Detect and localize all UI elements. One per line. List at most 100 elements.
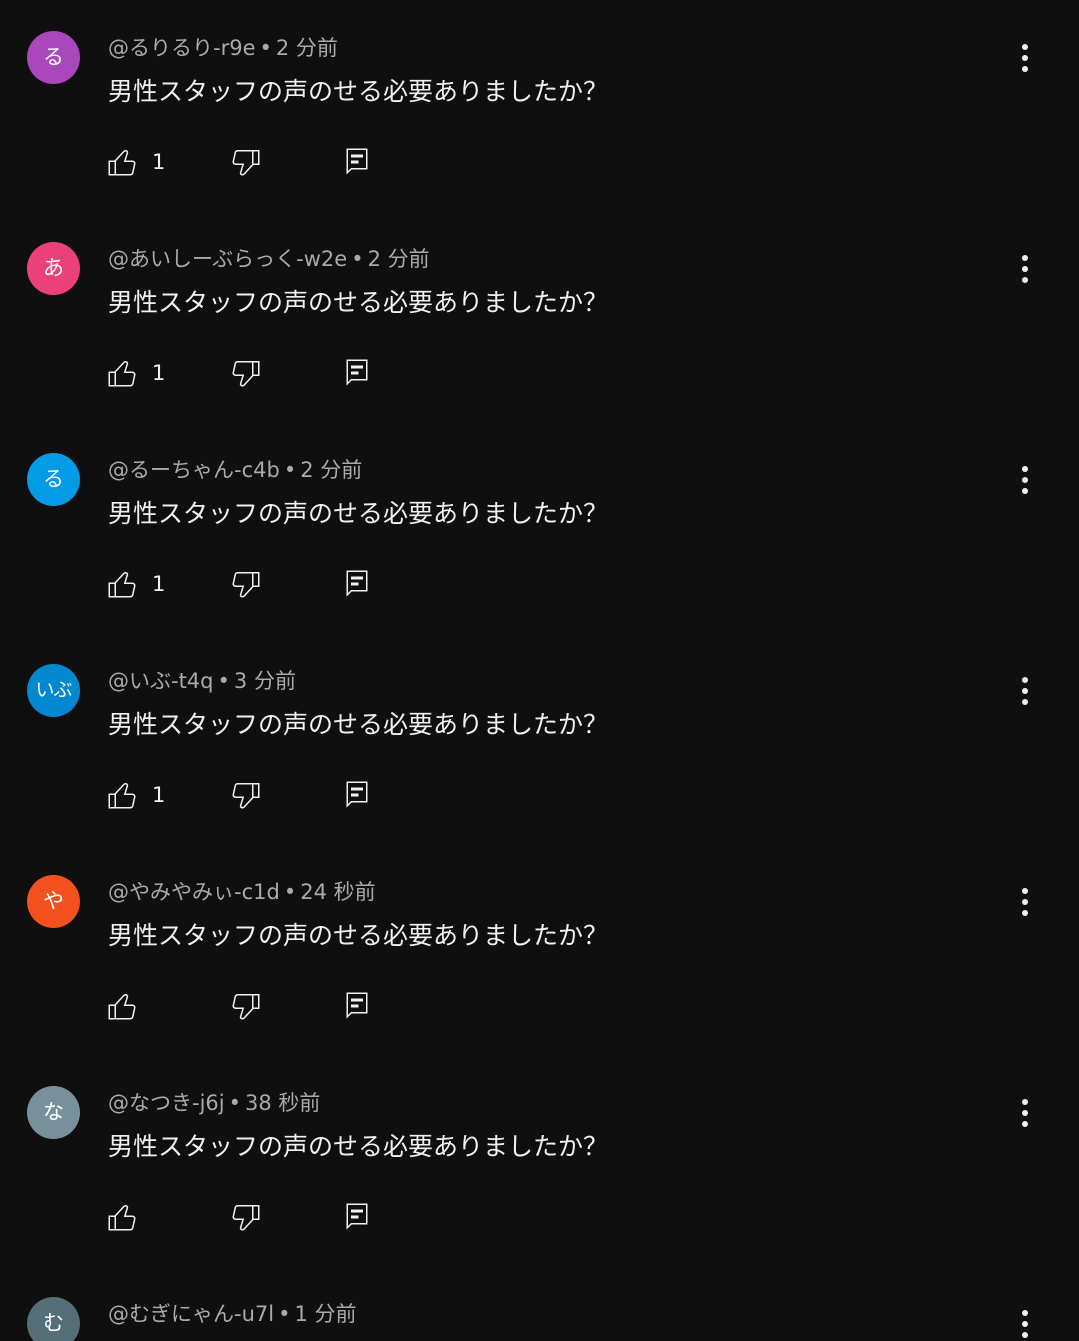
thumb-up-icon [108, 150, 136, 176]
dislike-button[interactable] [228, 984, 264, 1028]
comment-item: や @やみやみぃ-c1d • 24 秒前 男性スタッフの声のせる必要ありましたか？ [0, 844, 1079, 1055]
comment-text: 男性スタッフの声のせる必要ありましたか？ [108, 710, 609, 739]
more-vertical-icon [1022, 255, 1028, 283]
more-vertical-icon [1022, 466, 1028, 494]
like-button[interactable] [104, 1195, 152, 1239]
comment-author[interactable]: @むぎにゃん-u7l [108, 1302, 274, 1326]
more-vertical-icon [1022, 1310, 1028, 1338]
comment-author[interactable]: @いぶ-t4q [108, 669, 214, 693]
separator-dot: • [278, 1302, 291, 1326]
more-options-button[interactable] [1008, 38, 1042, 78]
separator-dot: • [283, 458, 297, 482]
reply-button[interactable] [339, 140, 375, 184]
comment-time[interactable]: 1 分前 [294, 1302, 356, 1326]
more-options-button[interactable] [1008, 249, 1042, 289]
comment-text: 男性スタッフの声のせる必要ありましたか？ [108, 1132, 609, 1161]
comment-icon [346, 781, 368, 808]
comment-icon [346, 570, 368, 597]
comment-meta: @るーちゃん-c4b • 2 分前 [108, 454, 362, 486]
reply-button[interactable] [339, 773, 375, 817]
comment-author[interactable]: @なつき-j6j [108, 1091, 225, 1115]
thumb-down-icon [232, 994, 260, 1020]
comment-icon [346, 992, 368, 1019]
separator-dot: • [283, 880, 297, 904]
comment-time[interactable]: 3 分前 [234, 669, 296, 693]
comment-text: 男性スタッフの声のせる必要ありましたか？ [108, 499, 609, 528]
like-count: 1 [152, 783, 166, 807]
comment-actions [104, 984, 404, 1028]
thumb-down-icon [232, 361, 260, 387]
more-options-button[interactable] [1008, 671, 1042, 711]
thumb-up-icon [108, 783, 136, 809]
comment-actions: 1 [104, 351, 404, 395]
avatar[interactable]: む [27, 1297, 80, 1341]
comment-author[interactable]: @るーちゃん-c4b [108, 458, 280, 482]
comment-item: な @なつき-j6j • 38 秒前 男性スタッフの声のせる必要ありましたか？ [0, 1055, 1079, 1266]
comment-text: 男性スタッフの声のせる必要ありましたか？ [108, 77, 609, 106]
avatar[interactable]: や [27, 875, 80, 928]
separator-dot: • [228, 1091, 241, 1115]
avatar[interactable]: る [27, 453, 80, 506]
thumb-down-icon [232, 150, 260, 176]
comment-text: 男性スタッフの声のせる必要ありましたか？ [108, 921, 609, 950]
comment-author[interactable]: @やみやみぃ-c1d [108, 880, 280, 904]
more-vertical-icon [1022, 44, 1028, 72]
thumb-up-icon [108, 1205, 136, 1231]
comment-time[interactable]: 38 秒前 [245, 1091, 320, 1115]
thumb-down-icon [232, 1205, 260, 1231]
more-options-button[interactable] [1008, 460, 1042, 500]
more-vertical-icon [1022, 1099, 1028, 1127]
comment-meta: @いぶ-t4q • 3 分前 [108, 665, 296, 697]
more-vertical-icon [1022, 888, 1028, 916]
avatar[interactable]: な [27, 1086, 80, 1139]
like-button[interactable]: 1 [104, 351, 165, 395]
comment-item: む @むぎにゃん-u7l • 1 分前 [0, 1266, 1079, 1341]
avatar[interactable]: いぶ [27, 664, 80, 717]
more-vertical-icon [1022, 677, 1028, 705]
dislike-button[interactable] [228, 1195, 264, 1239]
thumb-up-icon [108, 572, 136, 598]
comment-author[interactable]: @るりるり-r9e [108, 36, 256, 60]
dislike-button[interactable] [228, 773, 264, 817]
dislike-button[interactable] [228, 562, 264, 606]
like-button[interactable]: 1 [104, 562, 165, 606]
avatar[interactable]: る [27, 31, 80, 84]
separator-dot: • [217, 669, 230, 693]
like-count: 1 [152, 150, 166, 174]
comment-meta: @あいしーぶらっく-w2e • 2 分前 [108, 243, 430, 275]
reply-button[interactable] [339, 562, 375, 606]
reply-button[interactable] [339, 984, 375, 1028]
comment-item: あ @あいしーぶらっく-w2e • 2 分前 男性スタッフの声のせる必要ありましたか… [0, 211, 1079, 422]
comment-time[interactable]: 2 分前 [368, 247, 430, 271]
comment-text: 男性スタッフの声のせる必要ありましたか？ [108, 288, 609, 317]
thumb-up-icon [108, 994, 136, 1020]
comment-icon [346, 148, 368, 175]
like-count: 1 [152, 361, 166, 385]
more-options-button[interactable] [1008, 1304, 1042, 1341]
comment-actions: 1 [104, 773, 404, 817]
comment-time[interactable]: 2 分前 [300, 458, 362, 482]
dislike-button[interactable] [228, 351, 264, 395]
thumb-down-icon [232, 572, 260, 598]
avatar[interactable]: あ [27, 242, 80, 295]
more-options-button[interactable] [1008, 1093, 1042, 1133]
comment-author[interactable]: @あいしーぶらっく-w2e [108, 247, 347, 271]
like-button[interactable] [104, 984, 152, 1028]
like-button[interactable]: 1 [104, 773, 165, 817]
comment-actions: 1 [104, 562, 404, 606]
like-count: 1 [152, 572, 166, 596]
comment-time[interactable]: 24 秒前 [300, 880, 375, 904]
comment-actions: 1 [104, 140, 404, 184]
comment-time[interactable]: 2 分前 [276, 36, 338, 60]
reply-button[interactable] [339, 351, 375, 395]
dislike-button[interactable] [228, 140, 264, 184]
comment-actions [104, 1195, 404, 1239]
reply-button[interactable] [339, 1195, 375, 1239]
like-button[interactable]: 1 [104, 140, 165, 184]
comment-icon [346, 1203, 368, 1230]
more-options-button[interactable] [1008, 882, 1042, 922]
separator-dot: • [351, 247, 364, 271]
comment-item: る @るーちゃん-c4b • 2 分前 男性スタッフの声のせる必要ありましたか？ 1 [0, 422, 1079, 633]
thumb-down-icon [232, 783, 260, 809]
comment-meta: @やみやみぃ-c1d • 24 秒前 [108, 876, 376, 908]
